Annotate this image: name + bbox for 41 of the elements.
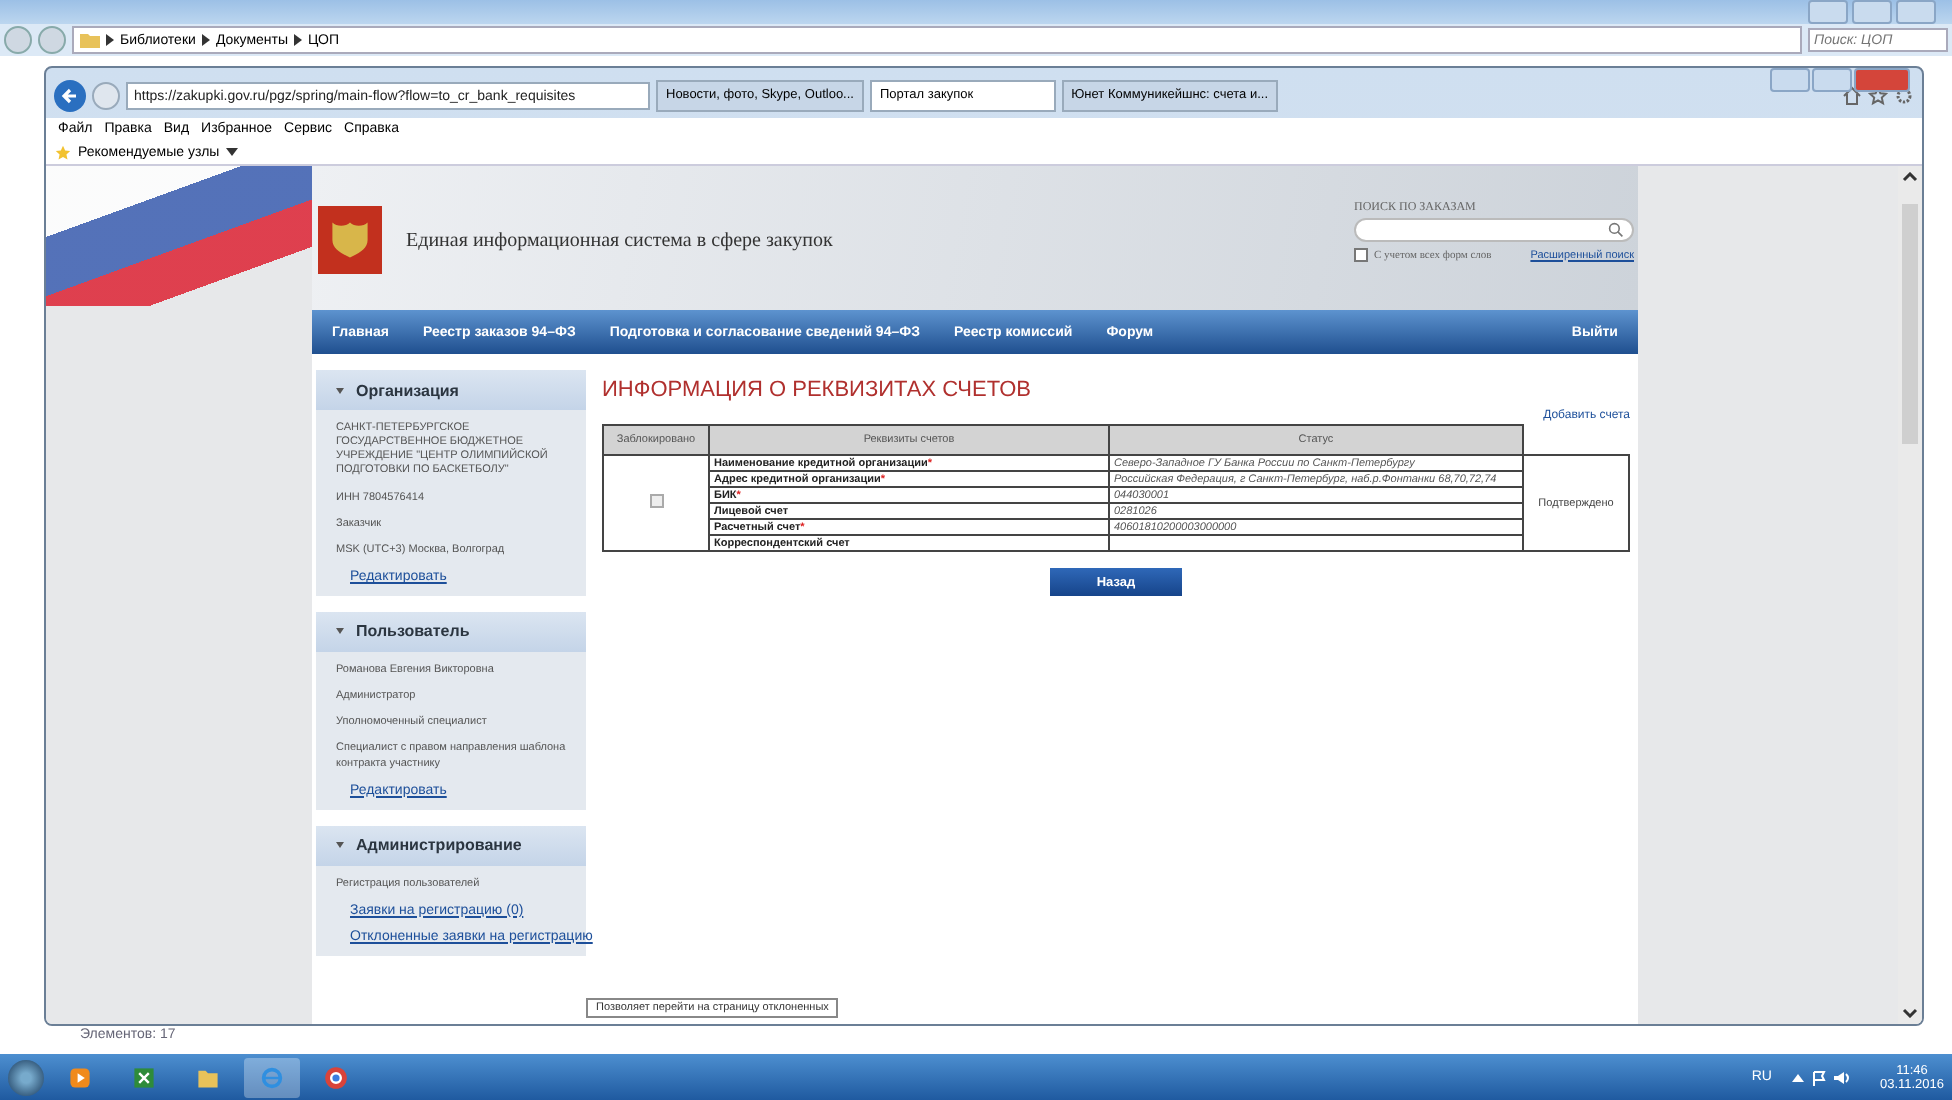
panel-title: Организация: [356, 381, 459, 399]
panel-title: Администрирование: [356, 836, 522, 855]
scrollbar-thumb[interactable]: [1902, 204, 1918, 444]
emblem-icon: [318, 206, 382, 274]
caret-icon: [336, 628, 344, 635]
panel-title: Пользователь: [356, 622, 470, 641]
blocked-checkbox[interactable]: [649, 494, 663, 508]
panel-header[interactable]: Администрирование: [316, 825, 586, 866]
back-button[interactable]: [54, 80, 86, 112]
search-field[interactable]: [1354, 218, 1634, 242]
favorites-star-icon[interactable]: [54, 143, 72, 161]
close-button[interactable]: [1896, 0, 1936, 24]
chevron-icon: [294, 34, 303, 46]
caret-icon[interactable]: [225, 148, 238, 156]
arrow-left-icon: [60, 86, 80, 106]
maximize-button[interactable]: [1852, 0, 1892, 24]
minimize-button[interactable]: [1808, 0, 1848, 24]
site-title: Единая информационная система в сфере закупок: [406, 230, 835, 252]
chevron-icon: [106, 34, 114, 46]
caret-icon: [336, 842, 344, 849]
caret-icon: [336, 387, 344, 393]
home-icon[interactable]: [1842, 86, 1862, 106]
scroll-up-icon[interactable]: [1902, 172, 1918, 182]
settings-icon[interactable]: [1894, 86, 1914, 106]
panel-header[interactable]: Пользователь: [316, 611, 586, 652]
forward-button[interactable]: [38, 26, 66, 54]
tray-icons[interactable]: [1792, 1069, 1852, 1085]
panel-header[interactable]: Организация: [316, 370, 586, 410]
forward-button[interactable]: [92, 82, 120, 110]
search-icon[interactable]: [1608, 222, 1624, 238]
checkbox[interactable]: [1354, 248, 1368, 262]
scroll-down-icon[interactable]: [1902, 1008, 1918, 1018]
page-heading: ИНФОРМАЦИЯ О РЕКВИЗИТАХ СЧЕТОВ: [602, 378, 1033, 402]
start-button[interactable]: [8, 1059, 44, 1095]
scrollbar[interactable]: [1898, 166, 1922, 1024]
star-icon[interactable]: [1868, 86, 1888, 106]
maximize-button[interactable]: [1812, 68, 1852, 92]
minimize-button[interactable]: [1770, 68, 1810, 92]
chevron-icon: [201, 34, 210, 46]
folder-icon: [80, 32, 100, 48]
close-button[interactable]: [1854, 68, 1910, 92]
